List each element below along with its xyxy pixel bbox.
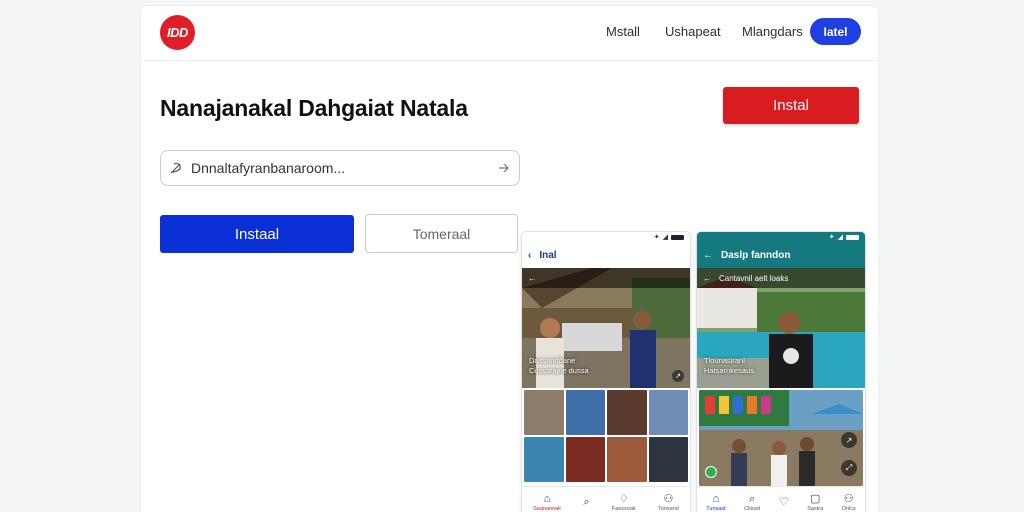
bell-icon: ♢ — [618, 493, 629, 505]
wifi-icon: ✦ — [828, 234, 835, 241]
tab-label: Clissel — [744, 506, 761, 512]
back-arrow-icon[interactable]: ← — [528, 274, 536, 283]
nav-link-install[interactable]: Mstall — [606, 24, 640, 39]
battery-icon — [846, 234, 859, 240]
hero-caption: Dassanddane Cusssraine dussa — [529, 356, 589, 376]
send-arrow-icon[interactable] — [489, 162, 519, 174]
photo-thumb[interactable] — [648, 390, 688, 435]
hero-caption: Tlounasiranl Hatsarnkesaus — [704, 356, 754, 376]
phone-mockup-left: ✦ ◢ ‹ Inal ← Dassanddane Cusssraine duss… — [522, 232, 690, 512]
photo-thumb[interactable] — [648, 437, 688, 482]
app-bar: ← Daslp fanndon — [697, 242, 865, 268]
tab-label: Sastra — [807, 506, 824, 512]
share-icon[interactable]: ↗ — [841, 432, 857, 448]
photo-thumb[interactable] — [565, 437, 605, 482]
tab-profile[interactable]: ⚇ Tonsand — [658, 493, 679, 512]
feather-icon — [161, 161, 191, 175]
battery-icon — [671, 234, 684, 240]
tab-home[interactable]: ⌂ Tunsaid — [706, 493, 725, 512]
top-navigation: IDD Mstall Ushapeat Mlangdars Iatel — [141, 6, 878, 61]
hero-caption-line-1: Dassanddane — [529, 356, 576, 365]
photo-thumb[interactable] — [524, 437, 564, 482]
photo-thumb[interactable] — [565, 390, 605, 435]
back-arrow-icon[interactable]: ← — [703, 250, 713, 261]
secondary-button[interactable]: Tomeraal — [365, 214, 518, 253]
tab-label: Tonsand — [658, 506, 679, 512]
bottom-tab-bar: ⌂ Seanannak ⌕ ♢ Faossoak ⚇ Tonsand — [522, 486, 690, 512]
home-icon: ⌂ — [712, 493, 720, 505]
tab-home[interactable]: ⌂ Seanannak — [533, 493, 561, 512]
tab-library[interactable]: ▢ Sastra — [807, 493, 823, 512]
profile-icon: ⚇ — [843, 493, 854, 505]
install-button[interactable]: Instal — [723, 87, 859, 124]
photo-thumb[interactable] — [524, 390, 564, 435]
phone-mockup-right: ✦ ◢ ← Daslp fanndon ← Cantavnil aelt loa… — [697, 232, 865, 512]
photo-thumb[interactable] — [607, 437, 647, 482]
tab-label: Tunsaid — [706, 506, 726, 512]
hero-photo[interactable]: ← Dassanddane Cusssraine dussa ↗ — [522, 268, 690, 388]
hero-overlay-bar: ← Cantavnil aelt loaks — [697, 268, 865, 288]
tab-profile[interactable]: ⚇ Onlcs — [842, 493, 856, 512]
status-badge — [705, 466, 717, 478]
photo-thumb[interactable] — [607, 390, 647, 435]
status-bar: ✦ ◢ — [697, 232, 865, 242]
page-title: Nanajanakal Dahgaiat Natala — [160, 95, 468, 121]
signal-icon: ◢ — [662, 234, 668, 241]
nav-link-updates[interactable]: Ushapeat — [665, 24, 721, 39]
back-arrow-icon[interactable]: ‹ — [528, 250, 531, 261]
hero-overlay-bar: ← — [522, 268, 690, 288]
hero-caption-line-2: Hatsarnkesaus — [704, 366, 755, 375]
nav-link-languages[interactable]: Mlangdars — [742, 24, 803, 39]
tab-label: Onlcs — [841, 506, 856, 512]
tab-search[interactable]: ⌕ Clissel — [744, 493, 760, 512]
hero-caption-line-1: Tlounasiranl — [704, 356, 745, 365]
back-arrow-icon[interactable]: ← — [703, 274, 711, 283]
bottom-tab-bar: ⌂ Tunsaid ⌕ Clissel ♡ ▢ Sastra ⚇ Onlcs — [697, 486, 865, 512]
search-input[interactable]: Dnnaltafyranbanaroom... — [191, 160, 489, 176]
nav-cta-button[interactable]: Iatel — [810, 18, 861, 45]
profile-icon: ⚇ — [663, 493, 674, 505]
hero-caption-line-2: Cusssraine dussa — [529, 366, 589, 375]
expand-icon[interactable]: ↗ — [672, 370, 684, 382]
tab-search[interactable]: ⌕ — [583, 496, 589, 509]
app-title: Inal — [539, 249, 557, 261]
featured-photo[interactable]: ↗ ⤢ — [699, 390, 863, 486]
tab-favorites[interactable]: ♡ — [779, 496, 789, 509]
app-bar: ‹ Inal — [522, 242, 690, 268]
primary-install-button[interactable]: Instaal — [160, 215, 354, 253]
wifi-icon: ✦ — [653, 234, 660, 241]
signal-icon: ◢ — [837, 234, 843, 241]
status-bar: ✦ ◢ — [522, 232, 690, 242]
search-field[interactable]: Dnnaltafyranbanaroom... — [160, 150, 520, 186]
brand-logo[interactable]: IDD — [160, 15, 195, 50]
hero-subtitle: Cantavnil aelt loaks — [719, 273, 789, 283]
search-icon: ⌕ — [749, 493, 756, 505]
hero-photo[interactable]: ← Cantavnil aelt loaks Tlounasiranl Hats… — [697, 268, 865, 388]
photo-grid — [522, 388, 690, 484]
landing-card: IDD Mstall Ushapeat Mlangdars Iatel Nana… — [141, 6, 878, 512]
home-icon: ⌂ — [543, 493, 551, 505]
tab-notifications[interactable]: ♢ Faossoak — [612, 493, 636, 512]
heart-icon: ♡ — [778, 496, 789, 508]
library-icon: ▢ — [810, 493, 821, 505]
expand-icon[interactable]: ⤢ — [841, 460, 857, 476]
search-icon: ⌕ — [583, 496, 590, 508]
tab-label: Seanannak — [533, 506, 561, 512]
app-title: Daslp fanndon — [721, 249, 791, 261]
tab-label: Faossoak — [611, 506, 636, 512]
